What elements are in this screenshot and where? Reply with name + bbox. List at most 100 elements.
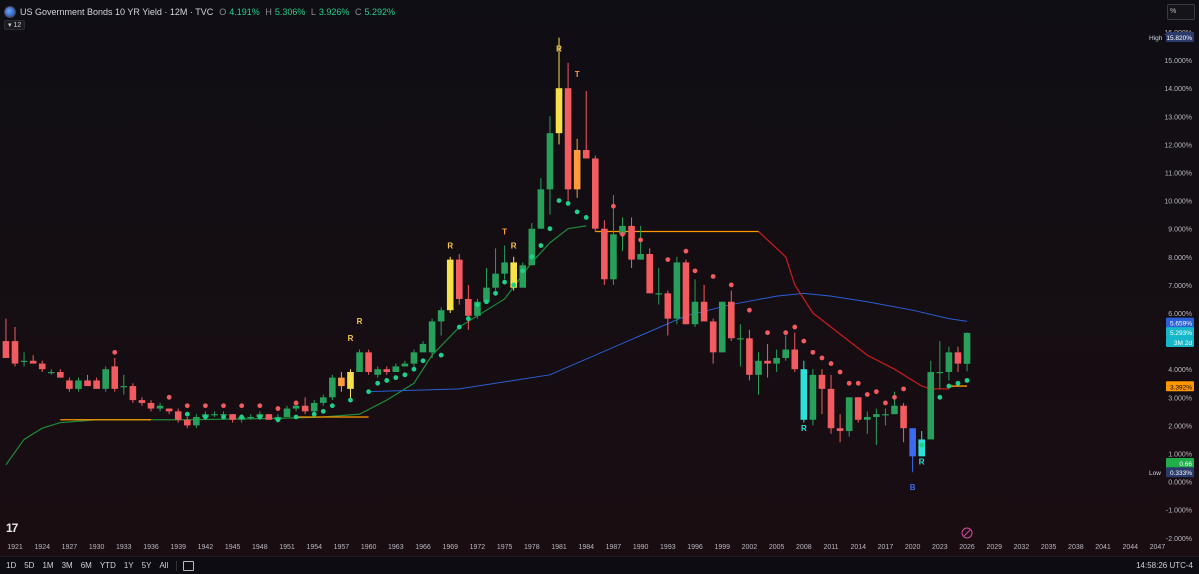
x-tick-label: 1936 (143, 544, 159, 551)
price-label-caption: High (1149, 35, 1163, 42)
price-label-value: 0.66 (1179, 461, 1192, 468)
percent-scale-button[interactable]: % (1167, 4, 1195, 20)
candle-body (601, 228, 608, 280)
x-tick-label: 1921 (7, 544, 23, 551)
x-tick-label: 2029 (986, 544, 1002, 551)
range-5y[interactable]: 5Y (142, 561, 152, 570)
candle-body (292, 405, 300, 409)
candle-body (455, 259, 463, 299)
candle-body (700, 301, 708, 322)
price-label-value: 0.333% (1170, 470, 1192, 477)
signal-letter: R (556, 45, 562, 54)
x-tick-label: 2035 (1041, 544, 1057, 551)
candle-body (356, 352, 363, 373)
candle-body (854, 397, 862, 420)
candle-body (174, 411, 182, 420)
calendar-icon[interactable] (183, 560, 195, 571)
red-signal-dot (166, 394, 172, 400)
green-signal-dot (484, 299, 489, 305)
y-tick-label: 9.000% (1168, 227, 1192, 234)
range-1m[interactable]: 1M (42, 561, 53, 570)
candle-body (283, 408, 291, 417)
candle-body (836, 428, 844, 432)
candle-body (247, 416, 255, 419)
candle-body (2, 341, 10, 358)
candle-body (845, 397, 853, 432)
y-tick-label: 0.000% (1168, 480, 1192, 487)
red-signal-dot (112, 349, 118, 355)
candle-body (945, 352, 953, 373)
signal-letter: R (357, 317, 363, 326)
candle-body (963, 332, 971, 364)
candle-body (329, 377, 336, 398)
x-tick-label: 1975 (497, 544, 513, 551)
red-signal-dot (728, 282, 734, 288)
candle-body (138, 400, 146, 403)
candle-body (673, 262, 681, 319)
signal-letter: R (801, 424, 807, 433)
red-signal-dot (184, 403, 190, 409)
y-tick-label: -2.000% (1166, 536, 1192, 543)
candle-body (655, 293, 663, 295)
symbol-title[interactable]: US Government Bonds 10 YR Yield · 12M · … (20, 7, 213, 17)
price-chart[interactable]: 16.000%15.000%14.000%13.000%12.000%11.00… (0, 0, 1199, 573)
indicator-toggle[interactable]: ▾ 12 (4, 20, 26, 30)
range-1y[interactable]: 1Y (124, 561, 134, 570)
y-tick-label: 3.000% (1168, 395, 1192, 402)
x-tick-label: 1957 (334, 544, 350, 551)
green-signal-dot (547, 226, 553, 232)
candle-body (882, 414, 889, 416)
candle-body (410, 352, 418, 364)
candle-body (682, 262, 690, 325)
candle-body (392, 366, 400, 373)
red-signal-dot (747, 307, 752, 313)
range-1d[interactable]: 1D (6, 561, 16, 570)
candle-body (20, 360, 28, 362)
x-tick-label: 1960 (361, 544, 377, 551)
candle-body (38, 363, 46, 370)
x-tick-label: 2044 (1122, 544, 1138, 551)
price-label-value: 15.820% (1166, 35, 1192, 42)
green-signal-dot (257, 414, 263, 420)
range-6m[interactable]: 6M (81, 561, 92, 570)
x-tick-label: 2023 (932, 544, 948, 551)
range-ytd[interactable]: YTD (100, 561, 116, 570)
candle-body (102, 369, 109, 389)
range-5d[interactable]: 5D (24, 561, 34, 570)
candle-body (537, 189, 545, 229)
x-tick-label: 1948 (252, 544, 268, 551)
green-signal-dot (493, 290, 498, 296)
x-tick-label: 1978 (524, 544, 540, 551)
red-signal-dot (293, 400, 299, 406)
red-signal-dot (783, 330, 789, 336)
x-tick-label: 2011 (823, 544, 838, 551)
candle-body (437, 310, 445, 322)
x-tick-label: 1954 (306, 544, 322, 551)
red-signal-dot (846, 380, 852, 386)
candle-body (873, 414, 880, 417)
green-signal-dot (964, 378, 970, 383)
candle-body (265, 414, 273, 420)
x-tick-label: 1969 (442, 544, 458, 551)
candle-body (628, 225, 635, 260)
red-signal-dot (892, 394, 897, 400)
red-signal-dot (828, 361, 834, 366)
red-signal-dot (710, 274, 716, 279)
close-value: 5.292% (364, 7, 395, 17)
red-signal-dot (873, 389, 879, 395)
green-signal-dot (402, 372, 408, 378)
green-signal-dot (203, 414, 208, 420)
tradingview-logo-icon: 17 (6, 521, 18, 535)
y-tick-label: 8.000% (1168, 255, 1192, 262)
range-3m[interactable]: 3M (62, 561, 73, 570)
y-tick-label: 13.000% (1164, 114, 1192, 121)
red-signal-dot (203, 403, 208, 409)
red-signal-dot (901, 386, 906, 392)
range-all[interactable]: All (159, 561, 168, 570)
candle-body (918, 439, 925, 457)
candle-body (465, 298, 472, 316)
red-signal-dot (801, 338, 807, 344)
candle-body (646, 253, 653, 294)
candle-body (147, 402, 155, 409)
candle-body (528, 228, 536, 266)
